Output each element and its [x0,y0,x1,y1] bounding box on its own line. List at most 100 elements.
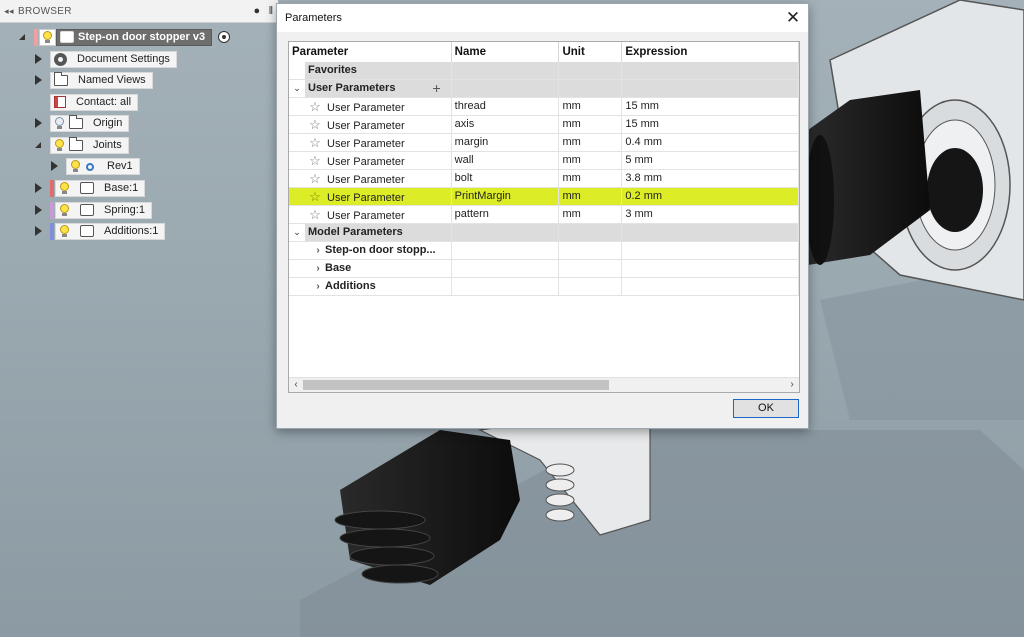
ok-button[interactable]: OK [733,399,799,418]
parameter-expression[interactable]: 15 mm [622,98,799,115]
star-icon[interactable]: ☆ [307,206,323,223]
expand-root-icon[interactable] [16,30,28,44]
browser-item-rev1[interactable]: Rev1 [48,157,140,175]
horizontal-scrollbar[interactable]: ‹ › [289,377,799,392]
parameter-unit[interactable]: mm [559,134,623,151]
root-component[interactable]: Step-on door stopper v3 [56,28,213,46]
browser-item-base[interactable]: Base:1 [32,179,146,197]
expand-icon[interactable] [48,159,60,173]
named-views-chip[interactable]: Named Views [50,71,153,89]
expand-icon[interactable] [32,181,44,195]
column-header-parameter[interactable]: Parameter [289,42,452,62]
origin-label: Origin [93,117,123,129]
spring-chip[interactable]: Spring:1 [55,201,152,219]
bulb-icon[interactable] [42,30,53,44]
activate-component-icon[interactable] [218,31,231,43]
expand-icon[interactable] [32,138,44,152]
bulb-icon[interactable] [59,224,70,238]
dialog-titlebar[interactable]: Parameters ✕ [277,4,808,32]
browser-item-named-views[interactable]: Named Views [32,71,153,89]
column-header-unit[interactable]: Unit [559,42,623,62]
star-icon[interactable]: ☆ [307,188,323,205]
expand-icon[interactable] [32,73,44,87]
parameter-row-pattern[interactable]: ☆ User Parameter pattern mm 3 mm [289,206,799,224]
collapse-user-parameters-icon[interactable]: ⌄ [289,80,305,97]
browser-item-joints[interactable]: Joints [32,136,129,154]
parameter-row-margin[interactable]: ☆ User Parameter margin mm 0.4 mm [289,134,799,152]
parameter-row-axis[interactable]: ☆ User Parameter axis mm 15 mm [289,116,799,134]
close-icon[interactable]: ✕ [778,4,808,32]
favorites-row[interactable]: Favorites [289,62,799,80]
star-icon[interactable]: ☆ [307,98,323,115]
parameter-row-printmargin-selected[interactable]: ☆ User Parameter PrintMargin mm 0.2 mm [289,188,799,206]
bulb-icon[interactable] [54,138,65,152]
add-parameter-icon[interactable]: + [433,80,441,97]
bulb-icon[interactable] [59,181,70,195]
scroll-left-icon[interactable]: ‹ [289,378,303,392]
parameter-unit[interactable]: mm [559,152,623,169]
parameter-unit[interactable]: mm [559,188,623,205]
bulb-icon[interactable] [59,203,70,217]
collapse-model-parameters-icon[interactable]: ⌄ [289,224,305,241]
parameter-expression[interactable]: 3 mm [622,206,799,223]
model-row-component[interactable]: › Step-on door stopp... [289,242,799,260]
parameter-name[interactable]: wall [452,152,560,169]
star-icon[interactable]: ☆ [307,116,323,133]
parameter-expression[interactable]: 5 mm [622,152,799,169]
document-settings-chip[interactable]: Document Settings [50,50,177,68]
column-header-name[interactable]: Name [452,42,560,62]
star-icon[interactable]: ☆ [307,170,323,187]
expand-icon[interactable] [32,203,44,217]
scroll-right-icon[interactable]: › [785,378,799,392]
star-icon[interactable]: ☆ [307,152,323,169]
browser-item-contact[interactable]: Contact: all [50,93,139,111]
base-chip[interactable]: Base:1 [55,179,146,197]
origin-chip[interactable]: Origin [50,114,130,132]
expand-icon[interactable] [32,52,44,66]
scrollbar-thumb[interactable] [303,380,609,390]
browser-item-additions[interactable]: Additions:1 [32,222,166,240]
browser-root-item[interactable]: Step-on door stopper v3 [16,28,231,46]
column-header-expression[interactable]: Expression [622,42,799,62]
model-row-additions[interactable]: › Additions [289,278,799,296]
parameter-row-bolt[interactable]: ☆ User Parameter bolt mm 3.8 mm [289,170,799,188]
star-icon[interactable]: ☆ [307,134,323,151]
parameter-name[interactable]: thread [452,98,560,115]
browser-item-origin[interactable]: Origin [32,114,130,132]
parameter-unit[interactable]: mm [559,170,623,187]
rev1-chip[interactable]: Rev1 [66,157,140,175]
parameter-name[interactable]: margin [452,134,560,151]
minimize-browser-icon[interactable]: ● [250,5,264,17]
user-parameters-row[interactable]: ⌄ User Parameters + [289,80,799,98]
parameter-expression[interactable]: 0.2 mm [622,188,799,205]
parameter-expression[interactable]: 15 mm [622,116,799,133]
parameter-name[interactable]: pattern [452,206,560,223]
parameter-row-wall[interactable]: ☆ User Parameter wall mm 5 mm [289,152,799,170]
browser-item-spring[interactable]: Spring:1 [32,201,152,219]
expand-icon[interactable]: › [311,278,325,295]
browser-item-document-settings[interactable]: Document Settings [32,50,177,68]
parameter-name[interactable]: bolt [452,170,560,187]
root-visibility[interactable] [39,28,56,46]
contact-chip[interactable]: Contact: all [50,93,139,111]
parameter-unit[interactable]: mm [559,206,623,223]
model-parameters-row[interactable]: ⌄ Model Parameters [289,224,799,242]
parameter-name[interactable]: PrintMargin [451,188,560,205]
expand-icon[interactable]: › [311,242,325,259]
bulb-icon[interactable] [70,159,81,173]
additions-chip[interactable]: Additions:1 [55,222,166,240]
expand-icon[interactable] [32,224,44,238]
parameters-grid[interactable]: Parameter Name Unit Expression Favorites… [288,41,800,393]
bulb-off-icon[interactable] [54,116,65,130]
parameter-unit[interactable]: mm [559,116,623,133]
model-row-base[interactable]: › Base [289,260,799,278]
parameter-unit[interactable]: mm [559,98,623,115]
parameter-name[interactable]: axis [452,116,560,133]
expand-icon[interactable]: › [311,260,325,277]
joints-chip[interactable]: Joints [50,136,129,154]
collapse-browser-icon[interactable]: ◂◂ [0,6,18,17]
parameter-row-thread[interactable]: ☆ User Parameter thread mm 15 mm [289,98,799,116]
expand-icon[interactable] [32,116,44,130]
parameter-expression[interactable]: 0.4 mm [622,134,799,151]
parameter-expression[interactable]: 3.8 mm [622,170,799,187]
